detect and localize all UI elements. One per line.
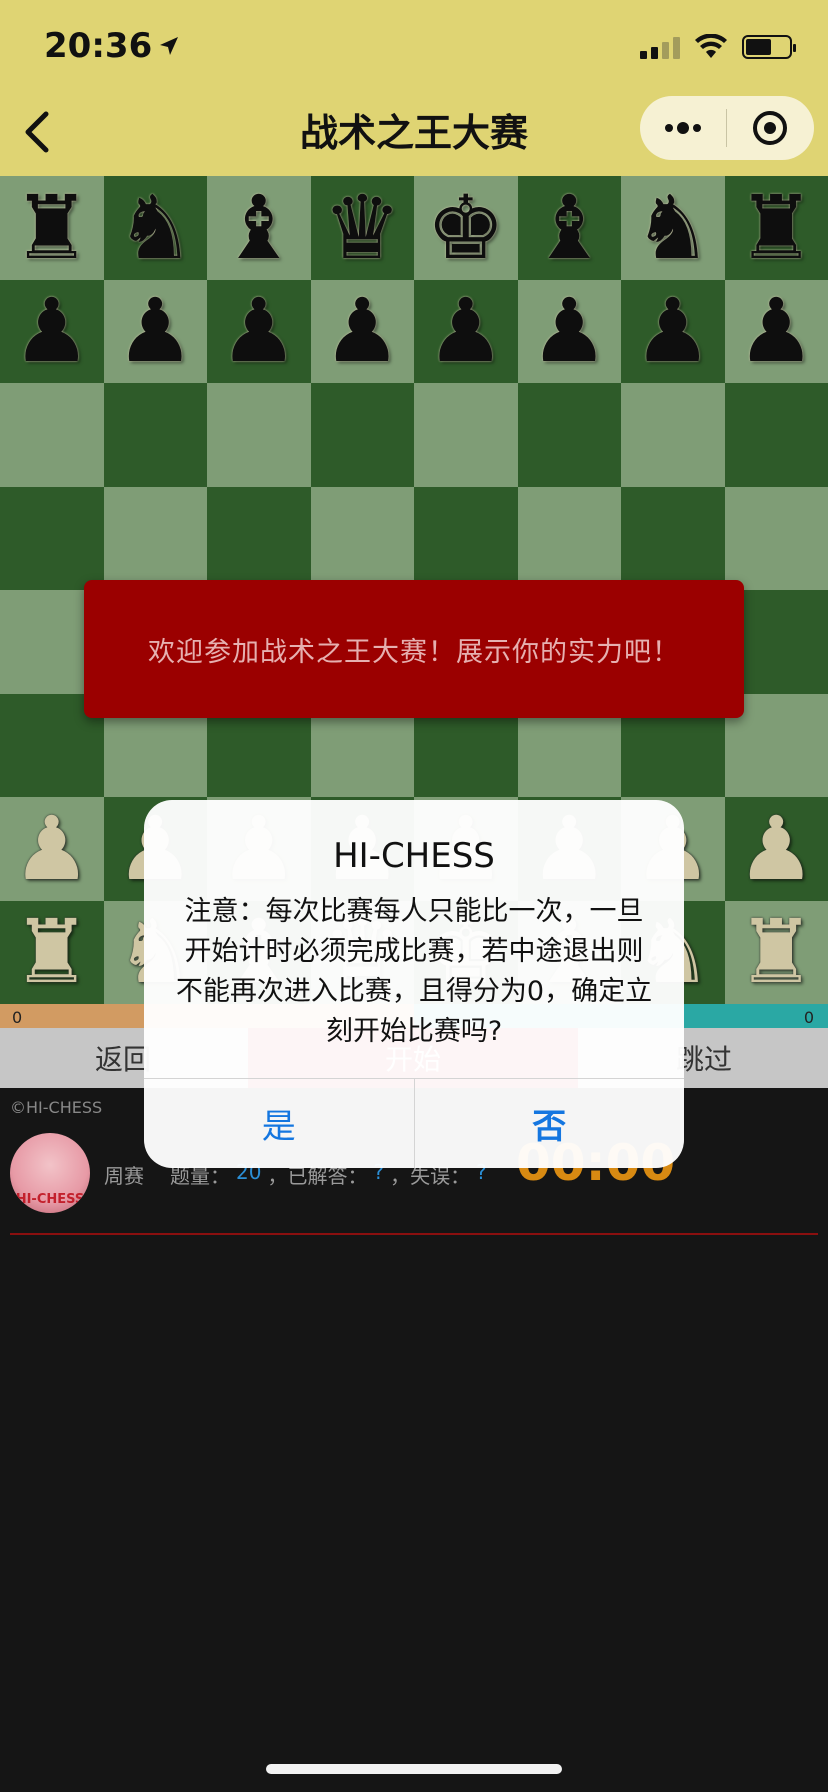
- dialog-buttons: 是 否: [144, 1079, 684, 1168]
- dialog-title: HI-CHESS: [333, 836, 495, 876]
- confirm-dialog: HI-CHESS 注意：每次比赛每人只能比一次，一旦开始计时必须完成比赛，若中途…: [144, 800, 684, 1168]
- home-indicator[interactable]: [266, 1764, 562, 1774]
- dialog-message: 注意：每次比赛每人只能比一次，一旦开始计时必须完成比赛，若中途退出则不能再次进入…: [175, 896, 653, 1047]
- confirm-yes-button[interactable]: 是: [144, 1079, 414, 1168]
- confirm-no-button[interactable]: 否: [415, 1079, 685, 1168]
